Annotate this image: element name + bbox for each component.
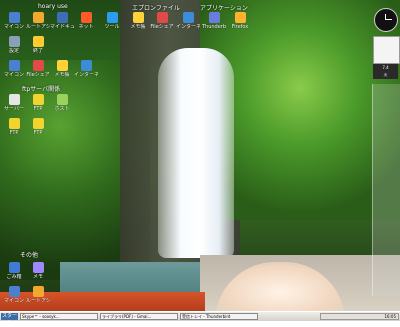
desktop-icon[interactable]: FTP: [2, 118, 26, 136]
icon-label: メモ: [32, 274, 43, 280]
app-icon: [8, 118, 20, 129]
desktop-icon[interactable]: マイコン: [2, 60, 26, 78]
app-icon: [8, 60, 20, 71]
icon-label: FTP: [33, 130, 43, 136]
app-icon: [182, 12, 194, 23]
desktop-icon[interactable]: ホスト: [50, 94, 74, 112]
date-value: 7.4: [382, 65, 389, 70]
app-icon: [32, 36, 44, 47]
app-icon: [132, 12, 144, 23]
tray-clock[interactable]: 16:05: [384, 314, 396, 319]
desktop-icon[interactable]: メモ帳: [126, 12, 150, 30]
icon-label: ルートアシスト: [26, 24, 50, 30]
icon-label: インターネット: [176, 24, 200, 30]
app-icon: [8, 286, 20, 297]
icon-label: ツール: [104, 24, 120, 30]
desktop-icon[interactable]: FTP: [26, 94, 50, 112]
desktop-icon[interactable]: ネット: [74, 12, 98, 30]
app-icon: [8, 94, 20, 105]
icon-label: FTP: [33, 106, 43, 112]
group-label-other: その他: [20, 252, 39, 259]
icon-label: 終了: [32, 48, 43, 54]
date-widget: 7.4 火: [373, 64, 398, 79]
app-icon: [32, 118, 44, 129]
app-icon: [8, 12, 20, 23]
app-icon: [56, 60, 68, 71]
desktop-icon[interactable]: FTP: [26, 118, 50, 136]
app-icon: [32, 286, 44, 297]
icon-label: マイコン: [3, 24, 24, 30]
desktop-icon[interactable]: Thunderbird: [202, 12, 226, 30]
desktop-wallpaper: hoary use エプロンファイル アプリケーション ftpサーバ関係 その他…: [0, 0, 400, 311]
icon-label: Firefox: [231, 24, 249, 30]
icon-label: マイドキュメント: [50, 24, 74, 30]
clock-widget[interactable]: [374, 8, 398, 32]
taskbar-item[interactable]: ライブラリ(PDF) - Gmai...: [100, 313, 178, 320]
desktop-icon[interactable]: インターネット: [74, 60, 98, 78]
icon-label: ネット: [78, 24, 94, 30]
start-button[interactable]: スタート: [1, 313, 18, 326]
icon-label: Thunderbird: [202, 24, 226, 30]
desktop-icon[interactable]: マイコン: [2, 286, 26, 304]
system-tray: 16:05: [320, 313, 399, 320]
desktop-icon[interactable]: ルートアシスト: [26, 12, 50, 30]
desktop-icon[interactable]: Firefox: [228, 12, 252, 30]
desktop-icon[interactable]: メモ: [26, 262, 50, 280]
desktop-icon[interactable]: マイドキュメント: [50, 12, 74, 30]
app-icon: [32, 12, 44, 23]
app-icon: [32, 262, 44, 273]
desktop-icon[interactable]: ごみ箱: [2, 262, 26, 280]
icon-label: マイコン: [3, 298, 24, 304]
app-icon: [80, 12, 92, 23]
icon-label: Fileシェア: [26, 72, 50, 78]
group-label-ftp: ftpサーバ関係: [22, 86, 61, 93]
group-label-hoary: hoary use: [38, 3, 68, 10]
banner-label-2: アプリケーション: [200, 5, 248, 12]
app-icon: [8, 262, 20, 273]
icon-label: マイコン: [3, 72, 24, 78]
desktop-icon[interactable]: インターネット: [176, 12, 200, 30]
taskbar-item[interactable]: Skype™ - soosyk...: [20, 313, 98, 320]
icon-label: メモ帳: [54, 72, 70, 78]
app-icon: [56, 94, 68, 105]
app-icon: [106, 12, 118, 23]
weekday-value: 火: [383, 72, 388, 77]
wallpaper-waterfall: [158, 48, 234, 258]
app-icon: [32, 60, 44, 71]
side-panel: [372, 84, 400, 296]
icon-label: ルートアシスト: [26, 298, 50, 304]
icon-label: ごみ箱: [6, 274, 22, 280]
app-icon: [156, 12, 168, 23]
app-icon: [234, 12, 246, 23]
taskbar-item[interactable]: 受信トレイ - Thunderbird: [180, 313, 258, 320]
desktop-icon[interactable]: 終了: [26, 36, 50, 54]
desktop-icon[interactable]: Fileシェア: [150, 12, 174, 30]
desktop-icon[interactable]: 設定: [2, 36, 26, 54]
desktop-icon[interactable]: Fileシェア: [26, 60, 50, 78]
icon-label: サーバー: [4, 106, 24, 112]
icon-label: Fileシェア: [150, 24, 174, 30]
desktop-icon[interactable]: メモ帳: [50, 60, 74, 78]
icon-label: ホスト: [54, 106, 70, 112]
app-icon: [208, 12, 220, 23]
banner-label-1: エプロンファイル: [132, 5, 180, 12]
desktop-icon[interactable]: マイコン: [2, 12, 26, 30]
app-icon: [8, 36, 20, 47]
desktop-icon[interactable]: ツール: [100, 12, 124, 30]
desktop-icon[interactable]: ルートアシスト: [26, 286, 50, 304]
app-icon: [32, 94, 44, 105]
icon-label: メモ帳: [130, 24, 146, 30]
icon-label: 設定: [8, 48, 19, 54]
app-icon: [80, 60, 92, 71]
calendar-widget[interactable]: [373, 36, 400, 64]
desktop-icon[interactable]: サーバー: [2, 94, 26, 112]
app-icon: [56, 12, 68, 23]
icon-label: インターネット: [74, 72, 98, 78]
icon-label: FTP: [9, 130, 19, 136]
